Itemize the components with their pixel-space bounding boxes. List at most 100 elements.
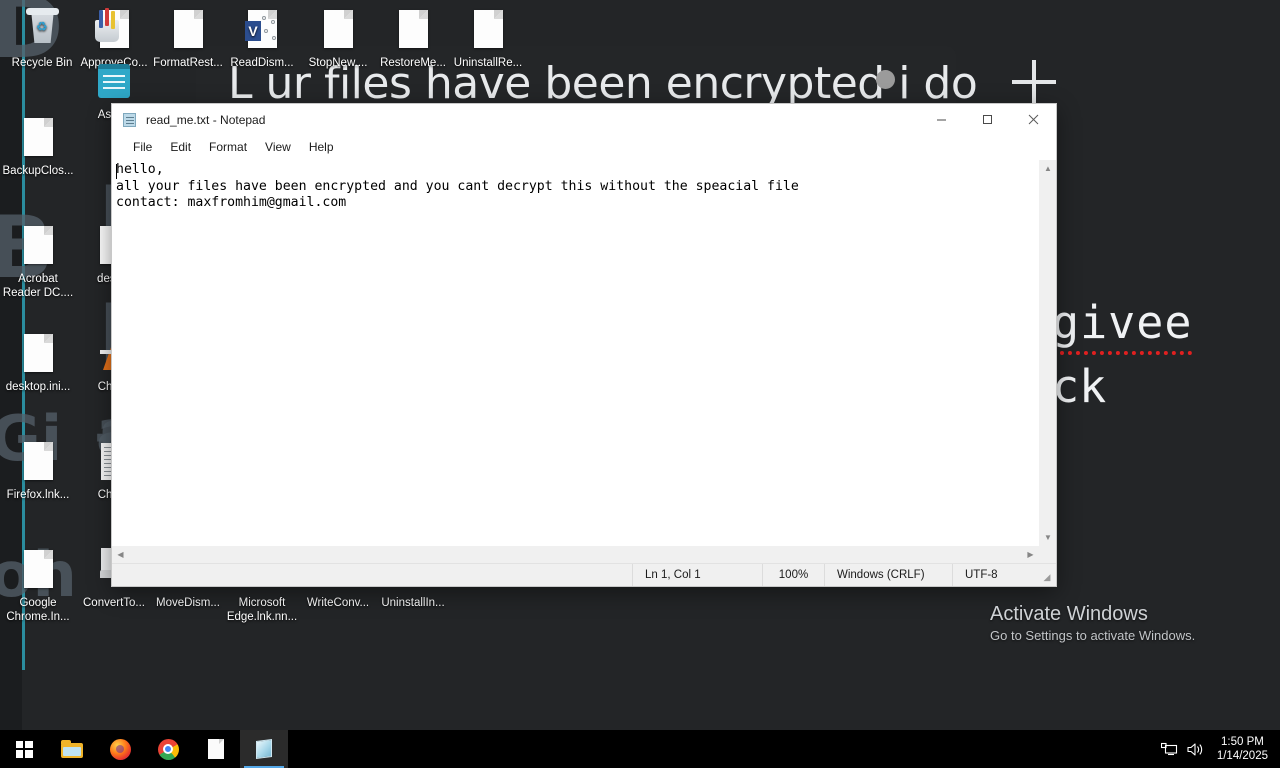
desktop-icon-label: Firefox.lnk...	[6, 489, 70, 501]
horizontal-scrollbar[interactable]: ◀ ▶	[112, 546, 1039, 563]
desktop-icon-label: FormatRest...	[153, 57, 223, 69]
scroll-right-icon[interactable]: ▶	[1022, 546, 1039, 563]
notepad-statusbar: Ln 1, Col 1 100% Windows (CRLF) UTF-8 ◢	[112, 563, 1056, 586]
desktop-icon-art: ♻	[20, 8, 64, 52]
menu-view[interactable]: View	[256, 138, 300, 156]
minimize-button[interactable]	[918, 104, 964, 135]
scrollbar-corner	[1039, 546, 1056, 563]
system-tray[interactable]: 1:50 PM 1/14/2025	[1157, 730, 1280, 768]
document-icon	[24, 550, 53, 588]
scroll-down-icon[interactable]: ▼	[1040, 529, 1056, 546]
notepad-title: read_me.txt - Notepad	[146, 112, 266, 127]
maximize-button[interactable]	[964, 104, 1010, 135]
vertical-scrollbar[interactable]: ▲ ▼	[1039, 160, 1056, 546]
desktop-icon-art	[316, 8, 360, 52]
resize-grip-icon[interactable]: ◢	[1038, 564, 1056, 586]
taskbar-file-explorer[interactable]	[48, 730, 96, 768]
desktop-icon[interactable]: Firefox.lnk...	[0, 440, 76, 502]
desktop-icon-art	[92, 8, 136, 52]
desktop-icon[interactable]: ♻ Recycle Bin	[4, 8, 80, 70]
document-icon	[174, 10, 203, 48]
desktop-icon[interactable]: StopNew....	[300, 8, 376, 70]
speaker-icon[interactable]	[1183, 730, 1209, 768]
desktop-icon-label: MoveDism...	[156, 597, 220, 609]
screen: D B Gi oh Da L a fr L ur files have been…	[0, 0, 1280, 768]
scroll-left-icon[interactable]: ◀	[112, 546, 129, 563]
notepad-titlebar[interactable]: read_me.txt - Notepad	[112, 104, 1056, 135]
desktop-icon[interactable]: UninstallRe...	[450, 8, 526, 70]
document-icon	[24, 226, 53, 264]
taskbar[interactable]: 1:50 PM 1/14/2025	[0, 730, 1280, 768]
text-caret	[116, 164, 117, 179]
desktop-icon-label: RestoreMe...	[380, 57, 446, 69]
close-button[interactable]	[1010, 104, 1056, 135]
spellcheck-underline: givee	[1052, 296, 1193, 355]
horizontal-scrollbar-row[interactable]: ◀ ▶	[112, 546, 1056, 563]
desktop-icon-label: Recycle Bin	[11, 57, 73, 69]
desktop-icon[interactable]: desktop.ini...	[0, 332, 76, 394]
menu-format[interactable]: Format	[200, 138, 256, 156]
status-zoom[interactable]: 100%	[762, 564, 824, 586]
bg-ghost-word-ck: ck	[1052, 360, 1107, 413]
document-icon	[24, 334, 53, 372]
desktop-icon-art	[16, 224, 60, 268]
taskbar-notepad[interactable]	[240, 730, 288, 768]
menu-file[interactable]: File	[124, 138, 161, 156]
watermark-title: Activate Windows	[990, 603, 1148, 625]
taskbar-document[interactable]	[192, 730, 240, 768]
notepad-icon	[254, 738, 275, 760]
desktop-icon-label: ConvertTo...	[83, 597, 145, 609]
desktop-icon-label: Microsoft Edge.lnk.nn...	[226, 597, 298, 623]
notepad-text-area[interactable]: hello, all your files have been encrypte…	[112, 160, 1039, 546]
desktop-icon[interactable]: FormatRest...	[150, 8, 226, 70]
desktop-icon[interactable]: RestoreMe...	[375, 8, 451, 70]
firefox-icon	[109, 738, 131, 760]
menu-edit[interactable]: Edit	[161, 138, 200, 156]
desktop-icon-label: StopNew....	[308, 57, 368, 69]
desktop-icon-label: UninstallRe...	[453, 57, 523, 69]
desktop-icon-art	[391, 8, 435, 52]
notepad-window[interactable]: read_me.txt - Notepad File Edit Format V…	[112, 104, 1056, 586]
folder-icon	[61, 740, 83, 758]
status-line-endings[interactable]: Windows (CRLF)	[824, 564, 952, 586]
windows-logo-icon	[15, 740, 33, 758]
desktop-icon-art	[16, 332, 60, 376]
desktop-icon-label: BackupClos...	[2, 165, 74, 177]
document-icon	[208, 739, 224, 759]
notepad-file-icon	[98, 64, 130, 98]
network-monitor-icon[interactable]	[1157, 730, 1183, 768]
document-icon	[24, 442, 53, 480]
desktop-icon-art: V	[240, 8, 284, 52]
desktop-icon[interactable]: V ReadDism...	[224, 8, 300, 70]
document-icon	[324, 10, 353, 48]
start-button[interactable]	[0, 730, 48, 768]
desktop-icon-label: WriteConv...	[306, 597, 370, 609]
status-encoding[interactable]: UTF-8	[952, 564, 1038, 586]
taskbar-google-chrome[interactable]	[144, 730, 192, 768]
scroll-up-icon[interactable]: ▲	[1040, 160, 1056, 177]
desktop-icon[interactable]: Acrobat Reader DC....	[0, 224, 76, 300]
desktop-icon-art	[466, 8, 510, 52]
background-window-dot-icon	[876, 70, 895, 89]
document-icon	[399, 10, 428, 48]
bg-ghost-word-givee: givee	[1052, 296, 1193, 355]
desktop-icon[interactable]: Google Chrome.In...	[0, 548, 76, 624]
chrome-icon	[157, 738, 179, 760]
watermark-subtitle: Go to Settings to activate Windows.	[990, 628, 1196, 643]
desktop-icon-art	[92, 60, 136, 104]
taskbar-firefox[interactable]	[96, 730, 144, 768]
document-icon	[24, 118, 53, 156]
notepad-body: hello, all your files have been encrypte…	[112, 159, 1056, 546]
menu-help[interactable]: Help	[300, 138, 343, 156]
activate-windows-watermark: Activate Windows Go to Settings to activ…	[990, 602, 1195, 645]
clock-date: 1/14/2025	[1216, 750, 1268, 762]
desktop-icon-label: ReadDism...	[230, 57, 294, 69]
document-icon	[474, 10, 503, 48]
desktop-icon-art	[16, 440, 60, 484]
notepad-menubar[interactable]: File Edit Format View Help	[112, 135, 1056, 159]
desktop-icon-label: desktop.ini...	[5, 381, 71, 393]
desktop-icon[interactable]: BackupClos...	[0, 116, 76, 178]
new-tab-plus-icon[interactable]	[1012, 60, 1056, 104]
clock[interactable]: 1:50 PM 1/14/2025	[1209, 735, 1280, 763]
clock-time: 1:50 PM	[1221, 736, 1264, 748]
